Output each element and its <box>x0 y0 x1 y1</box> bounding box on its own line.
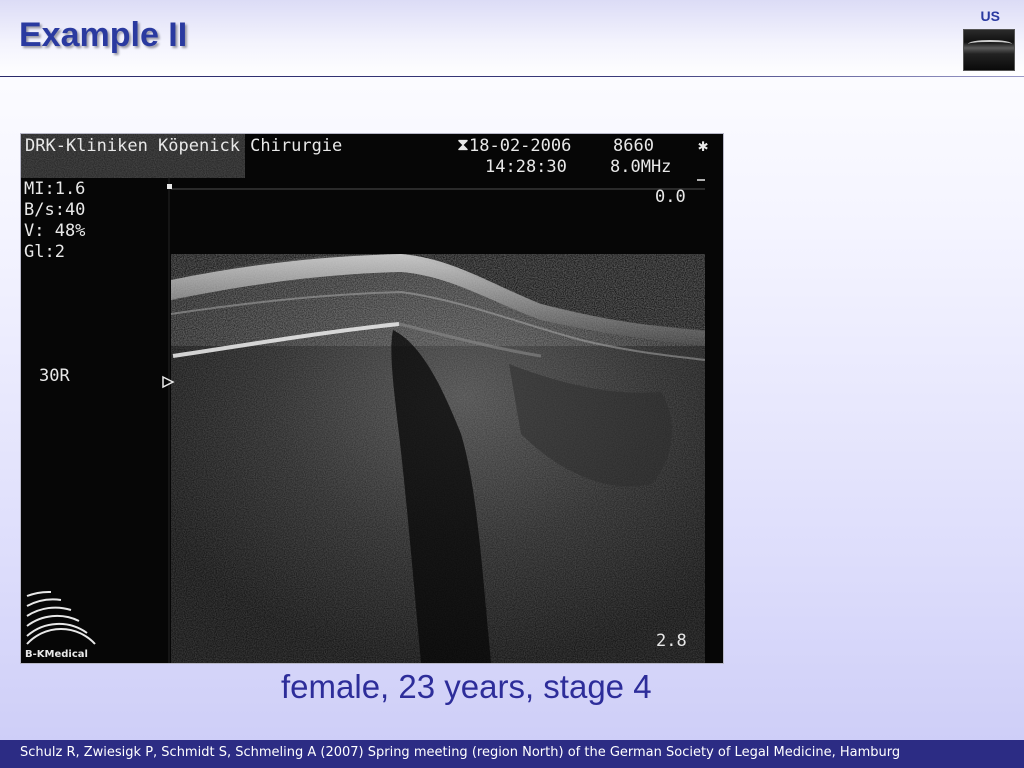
osd-param-gain: Gl:2 <box>24 242 65 262</box>
footer-citation: Schulz R, Zwiesigk P, Schmidt S, Schmeli… <box>20 745 901 760</box>
slide-title: Example II <box>19 16 188 54</box>
image-caption: female, 23 years, stage 4 <box>281 668 652 705</box>
osd-brand: B-KMedical <box>25 649 88 660</box>
osd-date: 18-02-2006 <box>469 136 571 156</box>
osd-param-mi: MI:1.6 <box>24 179 85 199</box>
header-divider <box>0 76 1024 77</box>
ultrasound-image: DRK-Kliniken Köpenick Chirurgie ⧗ 18-02-… <box>20 133 724 664</box>
osd-param-volume: V: 48% <box>24 221 85 241</box>
osd-side-label: 30R <box>39 366 70 386</box>
osd-header-left: DRK-Kliniken Köpenick Chirurgie <box>25 136 342 156</box>
osd-time: 14:28:30 <box>485 157 567 177</box>
footer-bar: Schulz R, Zwiesigk P, Schmidt S, Schmeli… <box>0 740 1024 768</box>
osd-depth-marker: 0.0 <box>655 187 686 207</box>
ultrasound-scan: DRK-Kliniken Köpenick Chirurgie ⧗ 18-02-… <box>21 134 723 663</box>
star-icon: ✱ <box>698 136 708 156</box>
osd-param-frame-rate: B/s:40 <box>24 200 85 220</box>
osd-study-id: 8660 <box>613 136 654 156</box>
ultrasound-thumbnail-icon <box>963 29 1015 71</box>
osd-scale-bottom: 2.8 <box>656 631 687 651</box>
hourglass-icon: ⧗ <box>457 135 469 155</box>
modality-tag: US <box>980 8 1000 24</box>
osd-frequency: 8.0MHz <box>610 157 671 177</box>
